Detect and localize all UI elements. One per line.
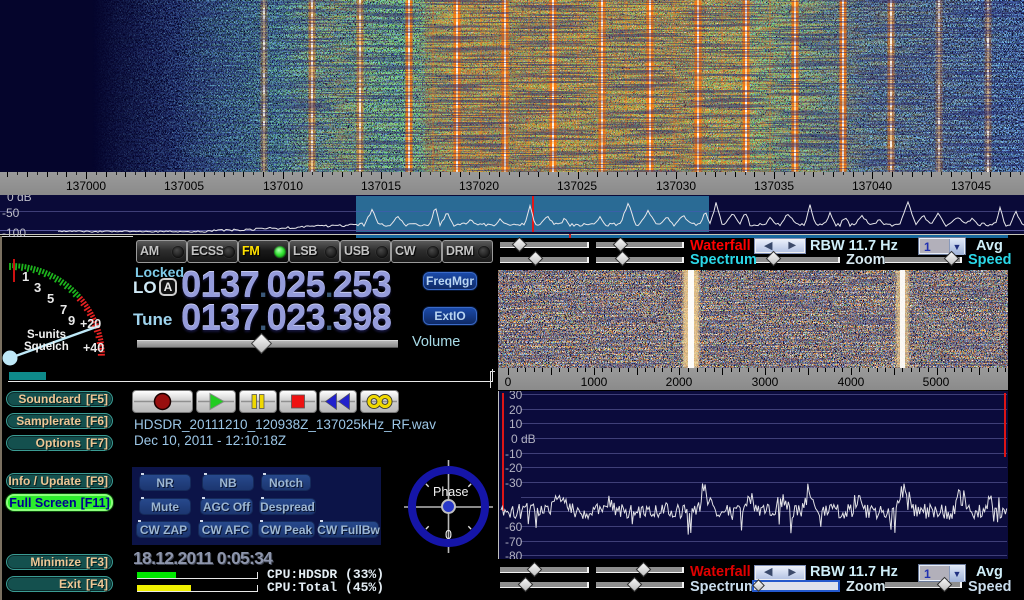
svg-text:1: 1 [22,269,29,284]
svg-text:0: 0 [445,528,452,542]
svg-text:+20: +20 [80,317,101,331]
svg-text:S-units: S-units [27,329,66,341]
svg-text:+40: +40 [83,341,104,355]
svg-text:5: 5 [47,291,54,306]
svg-text:7: 7 [60,302,67,317]
svg-text:9: 9 [68,313,75,328]
svg-text:Squelch: Squelch [24,341,69,353]
svg-text:3: 3 [34,280,41,295]
svg-text:Phase: Phase [433,485,468,499]
